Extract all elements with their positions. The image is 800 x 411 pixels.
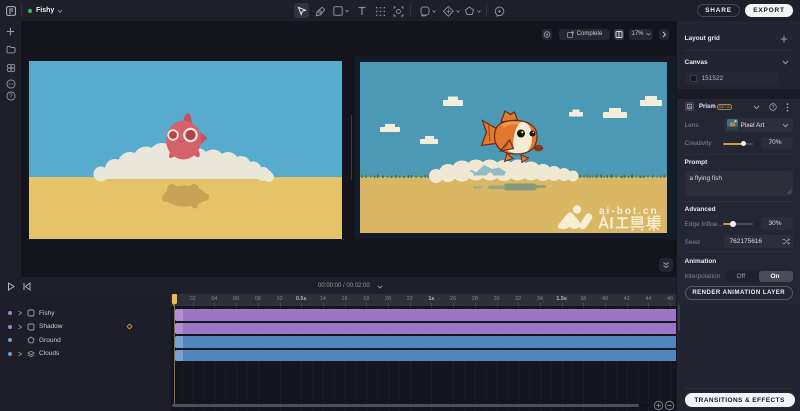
svg-text:ai-bot.cn: ai-bot.cn	[599, 206, 659, 217]
svg-text:?: ?	[772, 104, 775, 110]
